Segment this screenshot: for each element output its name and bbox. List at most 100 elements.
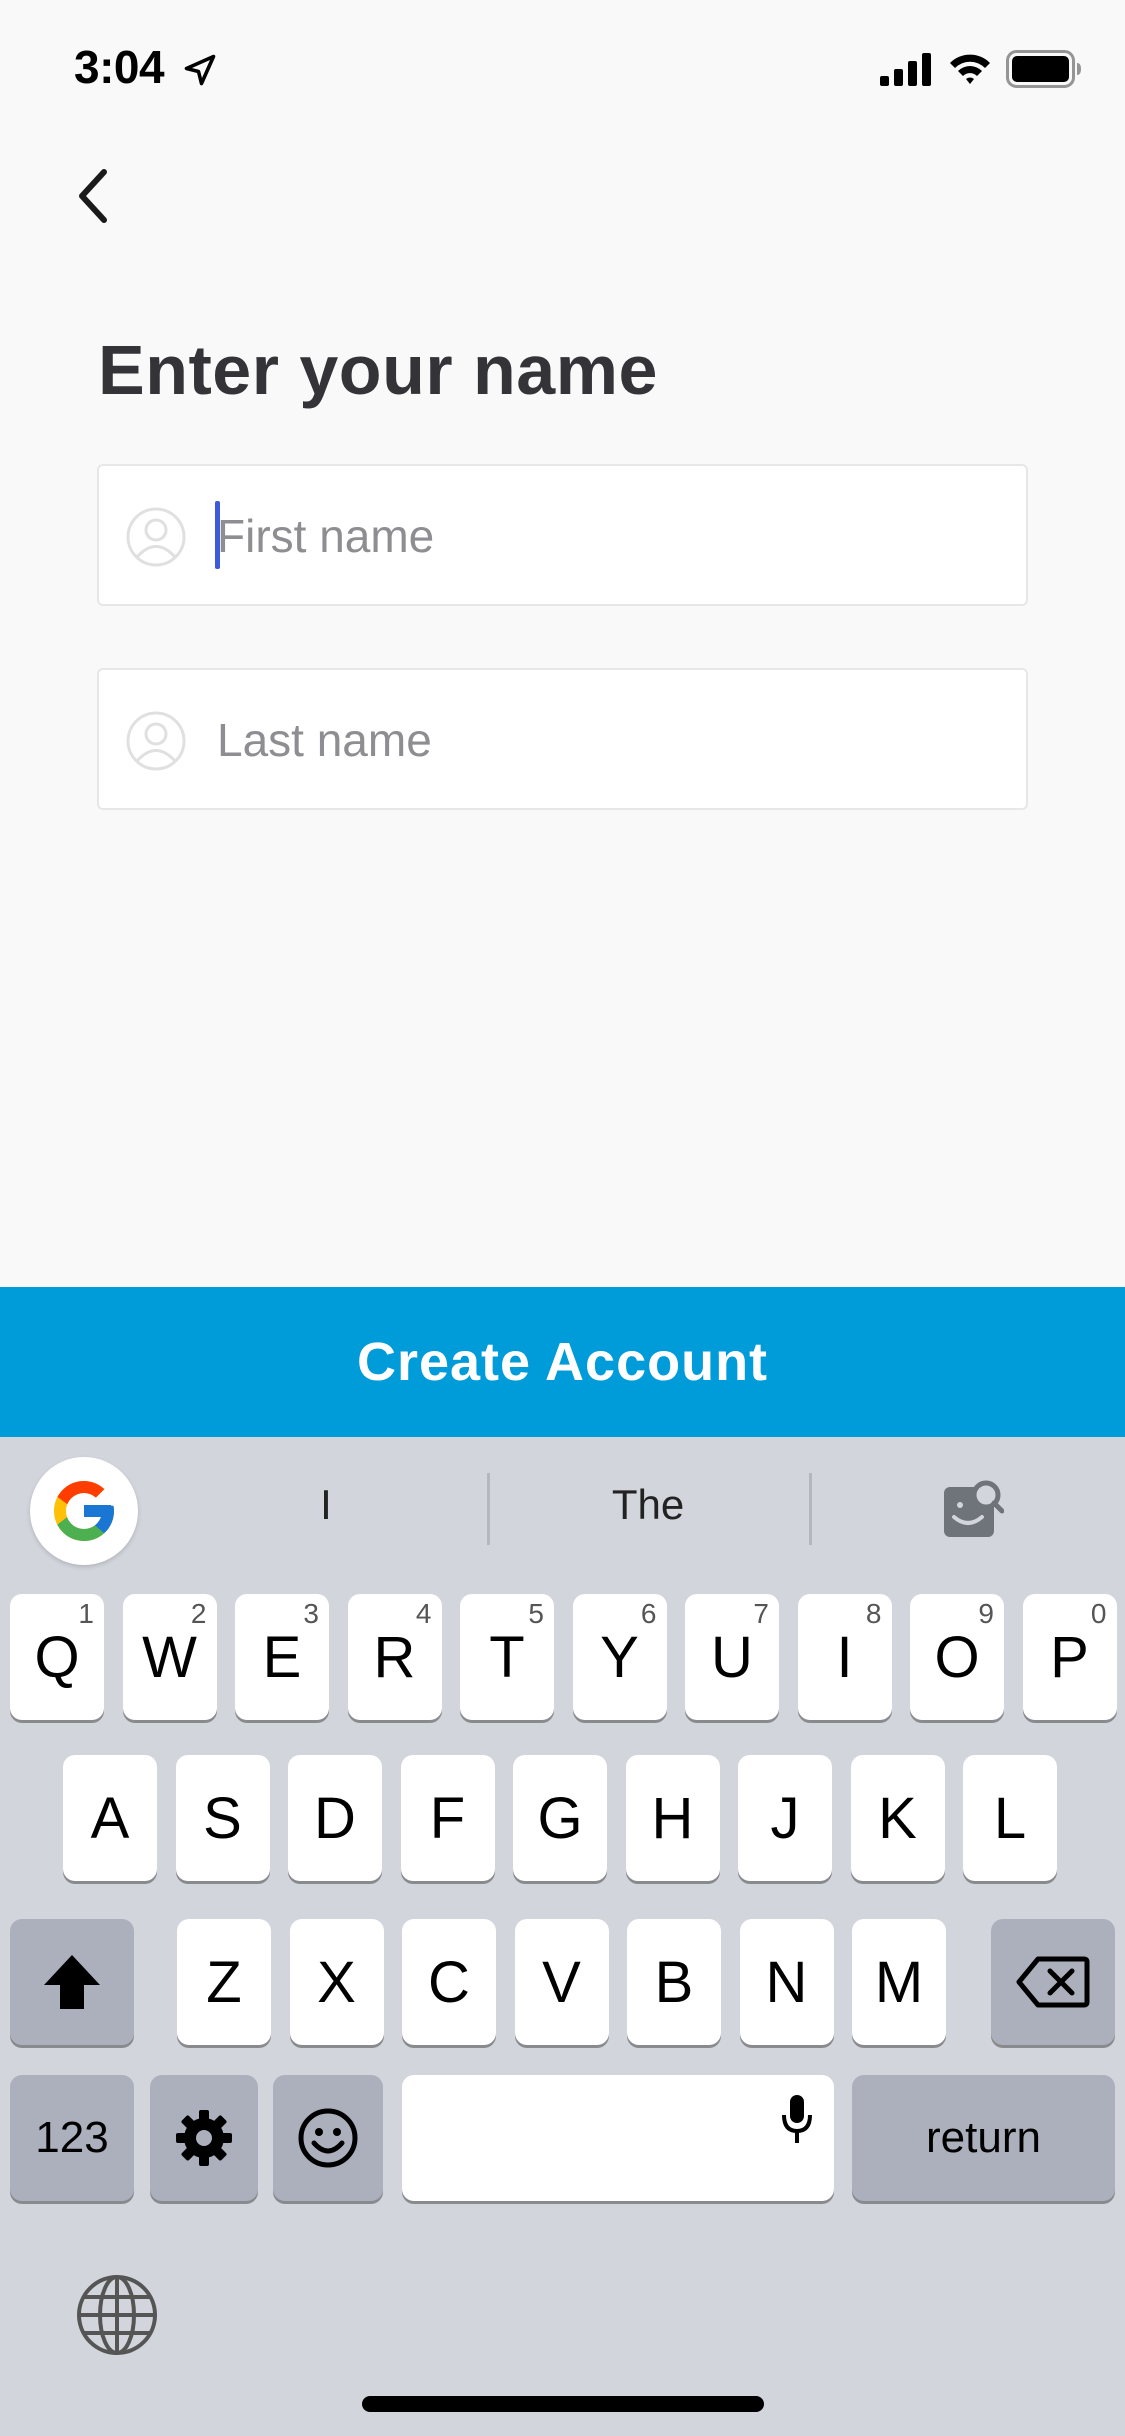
shift-arrow-icon (44, 1955, 100, 2009)
delete-key[interactable] (991, 1919, 1115, 2045)
key-label: P (1050, 1624, 1089, 1690)
home-indicator[interactable] (362, 2396, 764, 2412)
key-t[interactable]: 5T (460, 1594, 554, 1720)
globe-icon[interactable] (74, 2272, 160, 2358)
key-number-hint: 4 (415, 1598, 432, 1629)
wifi-icon (950, 54, 990, 84)
key-w[interactable]: 2W (122, 1594, 217, 1720)
key-l[interactable]: L (963, 1755, 1057, 1881)
key-s[interactable]: S (175, 1755, 270, 1881)
key-p[interactable]: 0P (1022, 1594, 1117, 1720)
key-label: V (542, 1949, 581, 2015)
key-label: C (428, 1949, 470, 2015)
back-button[interactable] (56, 160, 128, 232)
backspace-icon (1016, 1956, 1090, 2008)
key-q[interactable]: 1Q (10, 1594, 104, 1720)
key-k[interactable]: K (850, 1755, 945, 1881)
key-label: S (203, 1785, 242, 1851)
key-b[interactable]: B (627, 1919, 721, 2045)
key-number-hint: 8 (865, 1598, 882, 1629)
cellular-signal-icon (880, 53, 931, 86)
sticker-search-icon[interactable] (940, 1477, 1004, 1541)
key-label: A (90, 1785, 130, 1851)
key-v[interactable]: V (514, 1919, 609, 2045)
key-label: N (765, 1949, 808, 2015)
key-label: Q (34, 1624, 80, 1690)
key-label: E (262, 1624, 302, 1690)
key-number-hint: 2 (190, 1598, 207, 1629)
key-label: F (429, 1785, 466, 1851)
key-y[interactable]: 6Y (572, 1594, 667, 1720)
key-d[interactable]: D (288, 1755, 382, 1881)
space-key[interactable] (402, 2075, 834, 2201)
google-g-icon[interactable] (30, 1457, 138, 1565)
person-icon (126, 507, 186, 567)
first-name-input[interactable] (217, 496, 997, 576)
chevron-left-icon (79, 169, 107, 223)
key-c[interactable]: C (402, 1919, 496, 2045)
first-name-field[interactable] (97, 464, 1028, 606)
emoji-smiley-icon (298, 2108, 358, 2168)
key-number-hint: 1 (78, 1598, 94, 1629)
key-i[interactable]: 8I (797, 1594, 892, 1720)
key-h[interactable]: H (625, 1755, 720, 1881)
key-m[interactable]: M (852, 1919, 946, 2045)
last-name-input[interactable] (217, 700, 997, 780)
key-label: Y (600, 1624, 639, 1690)
page-title: Enter your name (98, 331, 658, 409)
key-label: W (142, 1624, 197, 1690)
key-x[interactable]: X (289, 1919, 384, 2045)
suggestion-bar: I The (0, 1437, 1125, 1577)
key-number-hint: 0 (1090, 1598, 1107, 1629)
key-number-hint: 6 (640, 1598, 657, 1629)
key-label: R (373, 1624, 416, 1690)
key-number-hint: 9 (978, 1598, 994, 1629)
key-label: B (654, 1949, 694, 2015)
key-label: Z (206, 1949, 242, 2015)
emoji-key[interactable] (273, 2075, 383, 2201)
key-label: J (770, 1785, 800, 1851)
key-label: U (711, 1624, 753, 1690)
suggestion-word[interactable]: The (560, 1481, 736, 1529)
key-label: I (836, 1624, 853, 1690)
key-o[interactable]: 9O (910, 1594, 1004, 1720)
key-j[interactable]: J (738, 1755, 832, 1881)
settings-key[interactable] (150, 2075, 258, 2201)
key-g[interactable]: G (513, 1755, 607, 1881)
battery-icon (1006, 50, 1081, 88)
suggestion-word[interactable]: I (296, 1481, 356, 1529)
key-number-hint: 5 (528, 1598, 544, 1629)
numbers-key[interactable]: 123 (10, 2075, 134, 2201)
last-name-field[interactable] (97, 668, 1028, 810)
shift-key[interactable] (10, 1919, 134, 2045)
status-time: 3:04 (74, 41, 165, 93)
person-icon (126, 711, 186, 771)
key-z[interactable]: Z (177, 1919, 271, 2045)
suggestion-divider (809, 1473, 812, 1545)
create-account-button[interactable]: Create Account (0, 1287, 1125, 1437)
return-key[interactable]: return (852, 2075, 1115, 2201)
key-r[interactable]: 4R (347, 1594, 442, 1720)
google-logo-icon (54, 1481, 114, 1541)
key-f[interactable]: F (400, 1755, 495, 1881)
text-caret (215, 501, 220, 569)
key-label: K (878, 1785, 917, 1851)
key-label: T (489, 1624, 525, 1690)
key-n[interactable]: N (739, 1919, 834, 2045)
key-label: M (874, 1949, 924, 2015)
key-label: X (317, 1949, 356, 2015)
key-e[interactable]: 3E (235, 1594, 329, 1720)
suggestion-divider (487, 1473, 490, 1545)
key-number-hint: 3 (303, 1598, 319, 1629)
key-a[interactable]: A (63, 1755, 157, 1881)
location-arrow-icon (184, 54, 216, 86)
key-label: D (314, 1785, 356, 1851)
key-u[interactable]: 7U (685, 1594, 779, 1720)
key-number-hint: 7 (753, 1598, 769, 1629)
microphone-icon[interactable] (780, 2093, 814, 2145)
key-label: G (537, 1785, 583, 1851)
status-bar: 3:04 (0, 0, 1125, 132)
key-label: H (651, 1785, 694, 1851)
key-label: O (934, 1624, 980, 1690)
key-label: L (993, 1785, 1027, 1851)
